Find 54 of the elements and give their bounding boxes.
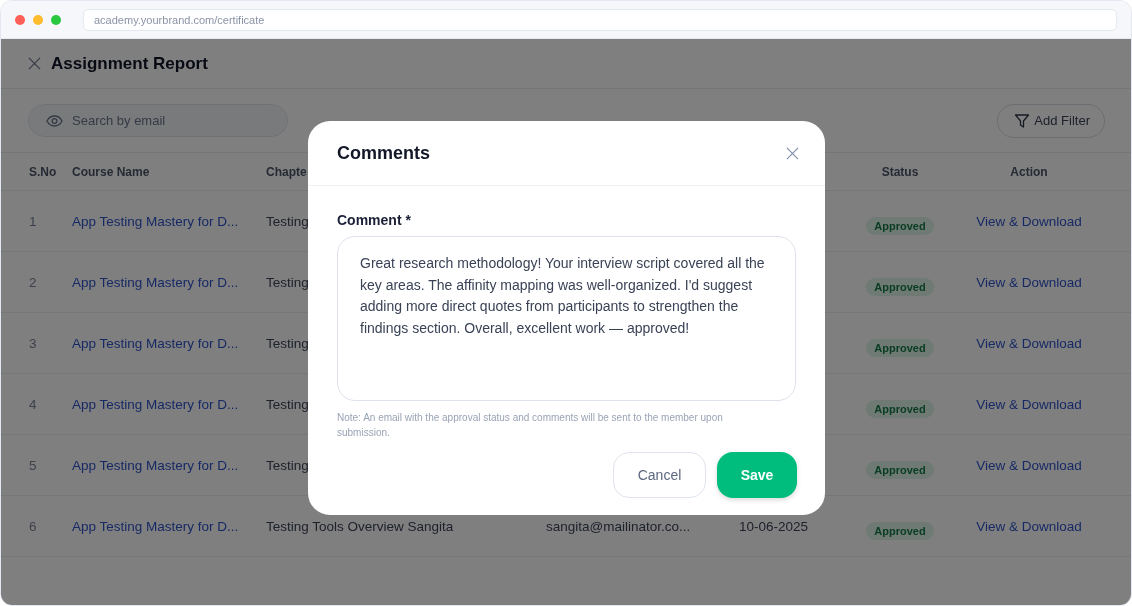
view-download-link[interactable]: View & Download <box>976 457 1082 473</box>
view-download-link[interactable]: View & Download <box>976 274 1082 290</box>
date-cell: 10-06-2025 <box>739 518 809 534</box>
column-header: S.No <box>29 164 57 179</box>
status-badge: Approved <box>866 521 934 540</box>
view-download-link[interactable]: View & Download <box>976 518 1082 534</box>
maximize-window-dot[interactable] <box>51 14 61 25</box>
column-header: Course Name <box>72 164 150 179</box>
chapter-name: Testing <box>266 335 309 351</box>
save-button[interactable]: Save <box>717 452 797 498</box>
dialog-title: Comments <box>337 142 430 164</box>
course-link[interactable]: App Testing Mastery for D... <box>72 396 239 412</box>
note-text: Note: An email with the approval status and comments will be sent to the member upon submission. <box>337 411 724 440</box>
view-download-link[interactable]: View & Download <box>976 213 1082 229</box>
add-filter-button[interactable]: Add Filter <box>997 103 1105 138</box>
field-label: Comment * <box>337 212 412 228</box>
row-number: 1 <box>29 213 38 229</box>
close-icon[interactable] <box>786 146 799 160</box>
column-header: Action <box>1010 164 1048 179</box>
row-number: 3 <box>29 335 38 351</box>
view-download-link[interactable]: View & Download <box>976 335 1082 351</box>
cancel-button[interactable]: Cancel <box>613 452 706 498</box>
filter-icon <box>1014 112 1031 129</box>
address-bar[interactable]: academy.yourbrand.com/certificate <box>83 8 1117 31</box>
column-header: Chapte <box>266 164 307 179</box>
row-number: 4 <box>29 396 38 412</box>
status-badge: Approved <box>866 460 934 479</box>
course-link[interactable]: App Testing Mastery for D... <box>72 335 239 351</box>
minimize-window-dot[interactable] <box>33 14 43 25</box>
row-number: 6 <box>29 518 38 534</box>
email-cell: sangita@mailinator.co... <box>546 518 691 534</box>
course-link[interactable]: App Testing Mastery for D... <box>72 274 239 290</box>
course-link[interactable]: App Testing Mastery for D... <box>72 518 239 534</box>
chapter-name: Testing Tools Overview Sangita <box>266 518 454 534</box>
search-field[interactable]: Search by email <box>28 104 288 137</box>
chapter-name: Testing <box>266 457 309 473</box>
status-badge: Approved <box>866 277 934 296</box>
status-badge: Approved <box>866 338 934 357</box>
status-badge: Approved <box>866 399 934 418</box>
row-number: 5 <box>29 457 38 473</box>
comment-field[interactable]: Great research methodology! Your interview script covered all the key areas. The affinity mapping was well-organized. I'd suggest adding more direct quotes from participants to strengthen the findings section. Overall, excellent work — approved! <box>337 236 796 401</box>
status-badge: Approved <box>866 216 934 235</box>
row-number: 2 <box>29 274 38 290</box>
chapter-name: Testing <box>266 396 309 412</box>
page-title: Assignment Report <box>51 53 208 74</box>
column-header: Status <box>881 164 919 179</box>
close-icon[interactable] <box>28 57 41 70</box>
course-link[interactable]: App Testing Mastery for D... <box>72 457 239 473</box>
close-window-dot[interactable] <box>15 14 25 25</box>
chapter-name: Testing <box>266 274 309 290</box>
chapter-name: Testing <box>266 213 309 229</box>
eye-icon <box>46 115 63 127</box>
course-link[interactable]: App Testing Mastery for D... <box>72 213 239 229</box>
view-download-link[interactable]: View & Download <box>976 396 1082 412</box>
